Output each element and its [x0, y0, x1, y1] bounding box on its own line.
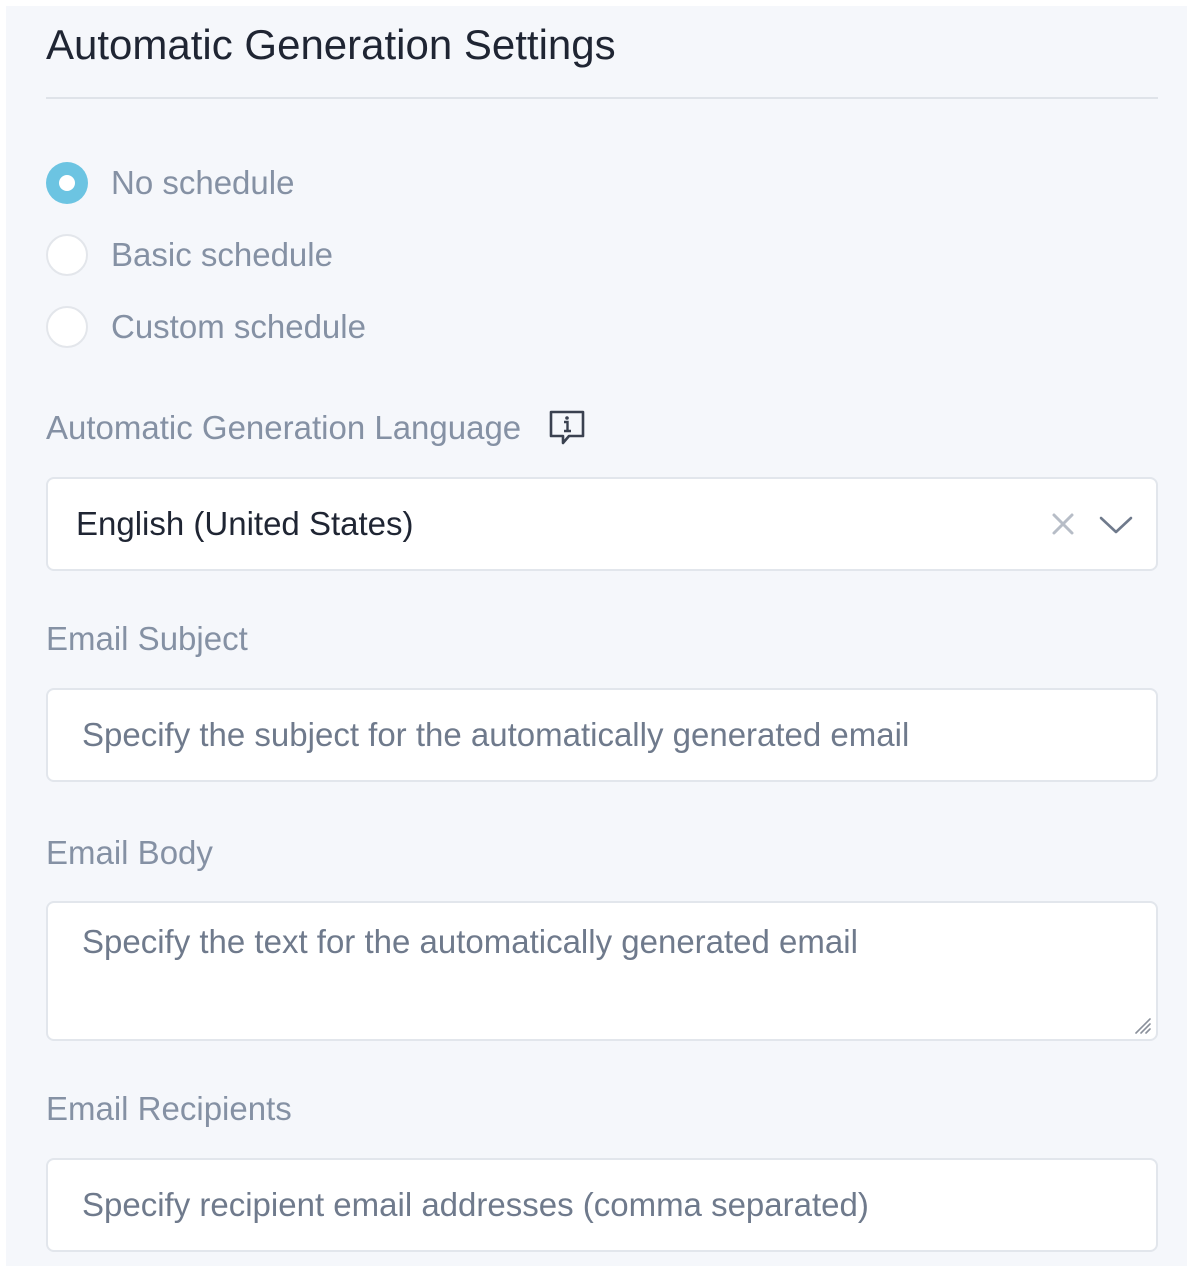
language-selected-value: English (United States): [76, 505, 414, 542]
email-subject-placeholder: Specify the subject for the automaticall…: [82, 716, 910, 753]
radio-label: No schedule: [111, 164, 295, 201]
radio-button[interactable]: [46, 234, 88, 276]
email-recipients-label-text: Email Recipients: [46, 1090, 292, 1127]
language-select[interactable]: English (United States): [46, 477, 1158, 571]
email-body-label-text: Email Body: [46, 834, 213, 871]
resize-handle-icon[interactable]: [1130, 1013, 1152, 1035]
radio-no-schedule[interactable]: No schedule: [46, 161, 294, 205]
email-body-textarea[interactable]: Specify the text for the automatically g…: [46, 901, 1158, 1041]
radio-label: Basic schedule: [111, 236, 333, 273]
email-subject-label-text: Email Subject: [46, 620, 248, 657]
section-title: Automatic Generation Settings: [46, 21, 616, 68]
chevron-down-icon[interactable]: [1098, 509, 1134, 539]
title-divider: [46, 97, 1158, 99]
radio-button-checked[interactable]: [46, 162, 88, 204]
radio-custom-schedule[interactable]: Custom schedule: [46, 305, 366, 349]
email-subject-input[interactable]: Specify the subject for the automaticall…: [46, 688, 1158, 782]
email-subject-label: Email Subject: [46, 619, 248, 659]
automatic-generation-settings-panel: Automatic Generation Settings No schedul…: [6, 6, 1187, 1266]
email-recipients-label: Email Recipients: [46, 1089, 292, 1129]
email-recipients-placeholder: Specify recipient email addresses (comma…: [82, 1186, 869, 1223]
email-body-placeholder: Specify the text for the automatically g…: [82, 923, 858, 960]
radio-basic-schedule[interactable]: Basic schedule: [46, 233, 333, 277]
radio-button[interactable]: [46, 306, 88, 348]
radio-label: Custom schedule: [111, 308, 366, 345]
email-body-label: Email Body: [46, 833, 213, 873]
language-label-row: Automatic Generation Language: [46, 408, 587, 448]
language-label: Automatic Generation Language: [46, 409, 522, 446]
email-recipients-input[interactable]: Specify recipient email addresses (comma…: [46, 1158, 1158, 1252]
close-icon[interactable]: [1048, 509, 1078, 539]
info-icon[interactable]: [547, 408, 587, 448]
